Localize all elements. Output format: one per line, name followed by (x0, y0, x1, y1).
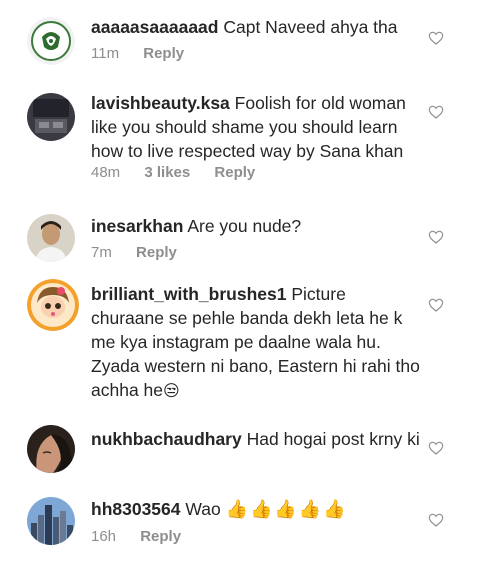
comment-time: 11m (91, 45, 120, 62)
avatar[interactable] (27, 214, 75, 262)
comment-time: 16h (91, 528, 117, 545)
comment-body: brilliant_with_brushes1 Picture churaane… (91, 282, 421, 404)
comment-meta: 11m Reply (91, 45, 184, 62)
avatar[interactable] (27, 93, 75, 141)
room-photo-icon (27, 93, 75, 141)
comment-text: Are you nude? (187, 216, 302, 236)
comment-username[interactable]: inesarkhan (91, 216, 183, 236)
man-portrait-icon (27, 214, 75, 262)
heart-icon[interactable] (428, 512, 444, 528)
reply-button[interactable]: Reply (136, 244, 177, 261)
comment-meta: 7m Reply (91, 244, 177, 261)
avatar[interactable] (27, 497, 75, 545)
woman-profile-icon (27, 425, 75, 473)
comment-body: nukhbachaudhary Had hogai post krny ki (91, 427, 421, 451)
comment-text: Wao (185, 499, 221, 519)
cartoon-girl-icon (27, 279, 79, 331)
comment-username[interactable]: brilliant_with_brushes1 (91, 284, 286, 304)
avatar[interactable] (27, 279, 79, 331)
reply-button[interactable]: Reply (143, 45, 184, 62)
city-skyline-icon (27, 497, 75, 545)
heart-icon[interactable] (428, 440, 444, 456)
thumbs-up-emoji: 👍👍👍👍👍 (225, 499, 348, 519)
avatar[interactable] (27, 425, 75, 473)
heart-icon[interactable] (428, 297, 444, 313)
comment-username[interactable]: hh8303564 (91, 499, 181, 519)
comment-likes[interactable]: 3 likes (144, 164, 190, 181)
comment-text: Capt Naveed ahya tha (223, 17, 398, 37)
comment-time: 7m (91, 244, 112, 261)
reply-button[interactable]: Reply (214, 164, 255, 181)
comment-text: Had hogai post krny ki (246, 429, 420, 449)
comment-time: 48m (91, 164, 121, 181)
unamused-emoji: 😒 (163, 383, 180, 400)
heart-icon[interactable] (428, 104, 444, 120)
reply-button[interactable]: Reply (140, 528, 181, 545)
comment-body: inesarkhan Are you nude? (91, 214, 421, 238)
comment-body: lavishbeauty.ksa Foolish for old woman l… (91, 91, 421, 163)
comment-body: hh8303564 Wao 👍👍👍👍👍 (91, 497, 421, 521)
avatar[interactable] (27, 17, 75, 65)
pakistan-army-logo-icon (27, 17, 75, 65)
heart-icon[interactable] (428, 30, 444, 46)
comment-meta: 48m 3 likes Reply (91, 164, 255, 181)
comment-meta: 16h Reply (91, 528, 181, 545)
comment-username[interactable]: aaaaasaaaaaad (91, 17, 218, 37)
comment-username[interactable]: nukhbachaudhary (91, 429, 242, 449)
comment-body: aaaaasaaaaaad Capt Naveed ahya tha (91, 15, 421, 39)
comment-username[interactable]: lavishbeauty.ksa (91, 93, 230, 113)
heart-icon[interactable] (428, 229, 444, 245)
